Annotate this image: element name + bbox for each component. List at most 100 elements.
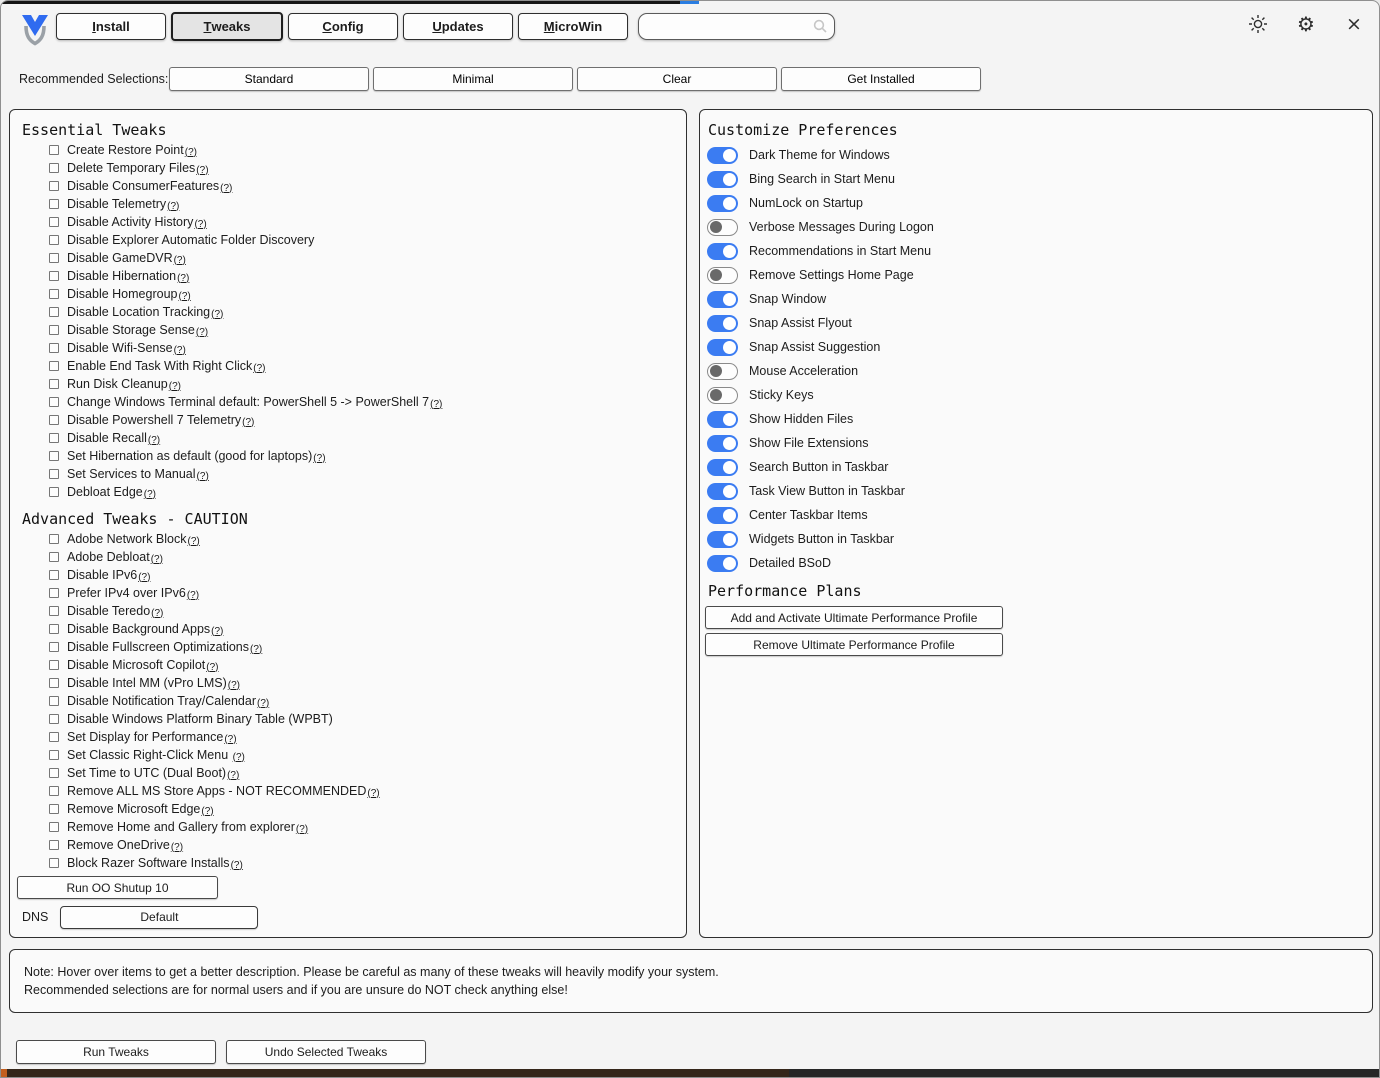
help-link[interactable]: (?) — [167, 201, 179, 212]
tab-config[interactable]: Config — [288, 13, 398, 40]
tweak-row[interactable]: Disable Microsoft Copilot(?) — [49, 656, 380, 674]
help-link[interactable]: (?) — [313, 453, 325, 464]
checkbox[interactable] — [49, 714, 59, 724]
checkbox[interactable] — [49, 822, 59, 832]
checkbox[interactable] — [49, 750, 59, 760]
tweak-row[interactable]: Disable Fullscreen Optimizations(?) — [49, 638, 380, 656]
toggle-switch[interactable] — [707, 267, 738, 284]
checkbox[interactable] — [49, 642, 59, 652]
tweak-row[interactable]: Enable End Task With Right Click(?) — [49, 357, 442, 375]
clear-button[interactable]: Clear — [577, 67, 777, 91]
tweak-row[interactable]: Remove ALL MS Store Apps - NOT RECOMMEND… — [49, 782, 380, 800]
remove-ultimate-performance-profile-button[interactable]: Remove Ultimate Performance Profile — [705, 633, 1003, 656]
toggle-switch[interactable] — [707, 219, 738, 236]
checkbox[interactable] — [49, 552, 59, 562]
toggle-switch[interactable] — [707, 483, 738, 500]
tab-updates[interactable]: Updates — [403, 13, 513, 40]
help-link[interactable]: (?) — [224, 734, 236, 745]
tweak-row[interactable]: Set Hibernation as default (good for lap… — [49, 447, 442, 465]
help-link[interactable]: (?) — [177, 273, 189, 284]
checkbox[interactable] — [49, 768, 59, 778]
tweak-row[interactable]: Disable ConsumerFeatures(?) — [49, 177, 442, 195]
tweak-row[interactable]: Delete Temporary Files(?) — [49, 159, 442, 177]
toggle-switch[interactable] — [707, 507, 738, 524]
tweak-row[interactable]: Disable Recall(?) — [49, 429, 442, 447]
tweak-row[interactable]: Run Disk Cleanup(?) — [49, 375, 442, 393]
help-link[interactable]: (?) — [174, 255, 186, 266]
checkbox[interactable] — [49, 732, 59, 742]
checkbox[interactable] — [49, 145, 59, 155]
tweak-row[interactable]: Disable Telemetry(?) — [49, 195, 442, 213]
dns-select[interactable]: Default — [60, 906, 258, 929]
tweak-row[interactable]: Disable Location Tracking(?) — [49, 303, 442, 321]
tweak-row[interactable]: Disable Powershell 7 Telemetry(?) — [49, 411, 442, 429]
help-link[interactable]: (?) — [211, 626, 223, 637]
tweak-row[interactable]: Disable Intel MM (vPro LMS)(?) — [49, 674, 380, 692]
checkbox[interactable] — [49, 451, 59, 461]
checkbox[interactable] — [49, 325, 59, 335]
checkbox[interactable] — [49, 235, 59, 245]
run-tweaks-button[interactable]: Run Tweaks — [16, 1040, 216, 1064]
toggle-switch[interactable] — [707, 363, 738, 380]
help-link[interactable]: (?) — [188, 536, 200, 547]
checkbox[interactable] — [49, 678, 59, 688]
checkbox[interactable] — [49, 307, 59, 317]
help-link[interactable]: (?) — [197, 471, 209, 482]
help-link[interactable]: (?) — [196, 165, 208, 176]
toggle-switch[interactable] — [707, 315, 738, 332]
tweak-row[interactable]: Set Services to Manual(?) — [49, 465, 442, 483]
standard-button[interactable]: Standard — [169, 67, 369, 91]
tweak-row[interactable]: Disable IPv6(?) — [49, 566, 380, 584]
tweak-row[interactable]: Remove Home and Gallery from explorer(?) — [49, 818, 380, 836]
help-link[interactable]: (?) — [231, 860, 243, 871]
help-link[interactable]: (?) — [430, 399, 442, 410]
help-link[interactable]: (?) — [211, 309, 223, 320]
checkbox[interactable] — [49, 534, 59, 544]
tweak-row[interactable]: Disable Activity History(?) — [49, 213, 442, 231]
checkbox[interactable] — [49, 397, 59, 407]
close-icon[interactable]: × — [1341, 11, 1367, 37]
toggle-switch[interactable] — [707, 459, 738, 476]
toggle-switch[interactable] — [707, 291, 738, 308]
help-link[interactable]: (?) — [185, 147, 197, 158]
help-link[interactable]: (?) — [233, 752, 245, 763]
help-link[interactable]: (?) — [250, 644, 262, 655]
tweak-row[interactable]: Disable Storage Sense(?) — [49, 321, 442, 339]
help-link[interactable]: (?) — [201, 806, 213, 817]
tweak-row[interactable]: Prefer IPv4 over IPv6(?) — [49, 584, 380, 602]
settings-gear-icon[interactable]: ⚙ — [1293, 11, 1319, 37]
tweak-row[interactable]: Set Classic Right-Click Menu (?) — [49, 746, 380, 764]
checkbox[interactable] — [49, 696, 59, 706]
checkbox[interactable] — [49, 415, 59, 425]
help-link[interactable]: (?) — [187, 590, 199, 601]
checkbox[interactable] — [49, 217, 59, 227]
checkbox[interactable] — [49, 469, 59, 479]
checkbox[interactable] — [49, 840, 59, 850]
tweak-row[interactable]: Remove Microsoft Edge(?) — [49, 800, 380, 818]
checkbox[interactable] — [49, 289, 59, 299]
help-link[interactable]: (?) — [257, 698, 269, 709]
tweak-row[interactable]: Set Display for Performance(?) — [49, 728, 380, 746]
checkbox[interactable] — [49, 271, 59, 281]
toggle-switch[interactable] — [707, 411, 738, 428]
checkbox[interactable] — [49, 606, 59, 616]
minimal-button[interactable]: Minimal — [373, 67, 573, 91]
tweak-row[interactable]: Set Time to UTC (Dual Boot)(?) — [49, 764, 380, 782]
checkbox[interactable] — [49, 858, 59, 868]
toggle-switch[interactable] — [707, 195, 738, 212]
checkbox[interactable] — [49, 786, 59, 796]
toggle-switch[interactable] — [707, 243, 738, 260]
help-link[interactable]: (?) — [253, 363, 265, 374]
help-link[interactable]: (?) — [196, 327, 208, 338]
checkbox[interactable] — [49, 660, 59, 670]
tweak-row[interactable]: Disable Teredo(?) — [49, 602, 380, 620]
checkbox[interactable] — [49, 804, 59, 814]
tab-tweaks[interactable]: Tweaks — [171, 12, 283, 41]
tweak-row[interactable]: Block Razer Software Installs(?) — [49, 854, 380, 872]
tweak-row[interactable]: Disable Windows Platform Binary Table (W… — [49, 710, 380, 728]
help-link[interactable]: (?) — [148, 435, 160, 446]
tweak-row[interactable]: Create Restore Point(?) — [49, 141, 442, 159]
checkbox[interactable] — [49, 570, 59, 580]
get-installed-button[interactable]: Get Installed — [781, 67, 981, 91]
checkbox[interactable] — [49, 487, 59, 497]
